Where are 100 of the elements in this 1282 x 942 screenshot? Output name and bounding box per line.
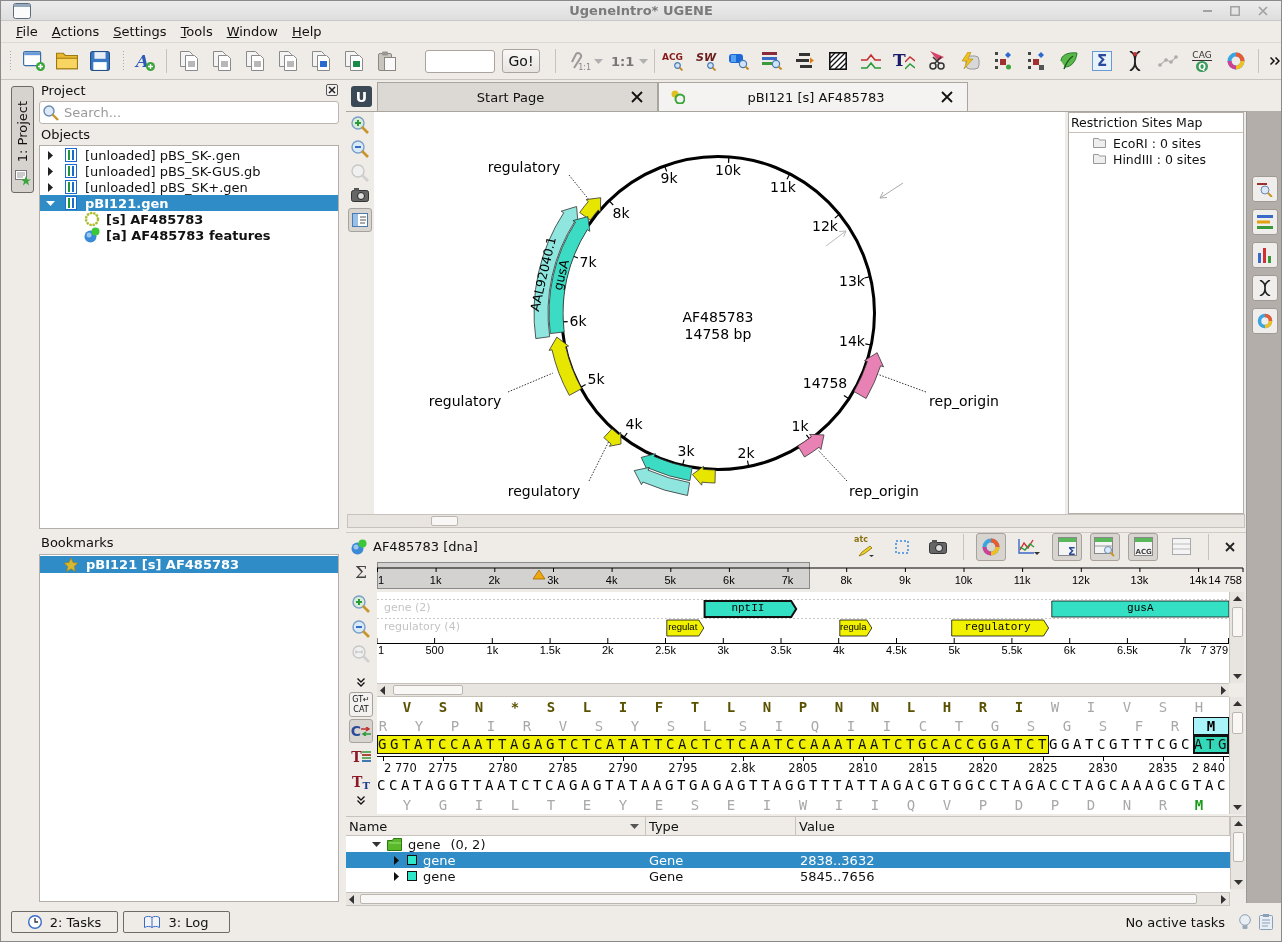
documents-icon[interactable] (277, 51, 300, 71)
logo-button[interactable]: U (351, 86, 372, 107)
tree-item[interactable]: [unloaded] pBS_SK-.gen (40, 147, 338, 163)
feature-arrow[interactable] (797, 434, 825, 458)
complement-button[interactable]: C (349, 719, 373, 743)
close-icon[interactable] (631, 91, 643, 103)
menu-item[interactable]: Settings (106, 24, 174, 39)
grid-icon[interactable] (992, 52, 1014, 70)
tree-item[interactable]: pBI121.gen (40, 195, 338, 211)
down-arrow-icon[interactable] (1233, 880, 1243, 885)
save-icon[interactable] (89, 51, 111, 71)
edit-button[interactable]: atc (854, 535, 878, 558)
tree-item[interactable]: [unloaded] pBS_SK-GUS.gb (40, 163, 338, 179)
close-icon[interactable] (1225, 541, 1235, 552)
tree-item[interactable]: [a] AF485783 features (40, 227, 338, 243)
tree-item[interactable]: [s] AF485783 (40, 211, 338, 227)
scrollbar-thumb[interactable] (431, 516, 458, 526)
editor-tab[interactable]: pBI121 [s] AF485783 (658, 82, 968, 111)
sw-search-button[interactable]: SW (695, 50, 717, 72)
feature-arrow[interactable] (853, 352, 884, 399)
scrollbar-thumb[interactable] (1231, 607, 1243, 637)
tree-item[interactable]: EcoRI : 0 sites (1069, 135, 1243, 151)
circular-view-button[interactable] (976, 532, 1006, 561)
scrollbar[interactable] (347, 514, 1245, 528)
go-button[interactable]: Go! (502, 49, 540, 73)
leaf-icon[interactable] (1058, 52, 1080, 70)
up-arrow-icon[interactable] (1232, 701, 1242, 706)
column-header[interactable]: Name (346, 817, 646, 835)
tree-item[interactable]: HindIII : 0 sites (1069, 151, 1243, 167)
scrollbar[interactable] (377, 683, 1229, 697)
position-marker-icon[interactable] (532, 569, 546, 580)
grid-icon[interactable] (1025, 52, 1047, 70)
sum-button[interactable]: Σ (1091, 50, 1113, 72)
menu-item[interactable]: Window (219, 24, 285, 39)
align-icon[interactable] (794, 53, 816, 69)
scrollbar-thumb[interactable] (1231, 712, 1243, 734)
right-arrow-icon[interactable] (1221, 685, 1226, 695)
table-row[interactable]: gene Gene 2838..3632 (346, 852, 1230, 868)
wrap-button[interactable]: GT↵ CAT (349, 692, 373, 717)
scrollbar-thumb[interactable] (393, 685, 463, 695)
scrollbar[interactable] (1230, 817, 1245, 889)
scrollbar[interactable] (1229, 697, 1244, 814)
menu-item[interactable]: File (9, 24, 45, 39)
feature-arrow[interactable] (548, 336, 582, 396)
sum-button[interactable]: Σ (355, 562, 367, 582)
feature-arrow[interactable] (692, 465, 716, 486)
bookmark-item[interactable]: pBI121 [s] AF485783 (40, 556, 338, 573)
branches-icon[interactable] (860, 53, 882, 69)
feature-arrow[interactable] (603, 428, 622, 447)
search-panel-button[interactable] (1090, 532, 1120, 561)
expand-arrow-icon[interactable] (46, 166, 55, 176)
pattern-search-button[interactable]: ACG (662, 50, 684, 72)
status-button[interactable]: 3: Log (123, 911, 230, 933)
new-window-icon[interactable] (23, 51, 45, 71)
up-arrow-icon[interactable] (1233, 821, 1243, 826)
menu-item[interactable]: Help (284, 24, 329, 39)
up-arrow-icon[interactable] (1232, 596, 1242, 601)
clipboard-icon[interactable] (376, 51, 399, 71)
dock-button[interactable] (1252, 275, 1278, 301)
clipboard-icon[interactable] (1259, 914, 1273, 930)
documents-icon[interactable] (211, 51, 234, 71)
scissors-icon[interactable] (926, 51, 948, 71)
expand-arrow-icon[interactable] (392, 871, 401, 881)
text-size-button[interactable]: TT (352, 771, 370, 793)
zoom-in-icon[interactable] (351, 116, 369, 134)
visible-range[interactable] (377, 562, 810, 589)
expand-arrow-icon[interactable] (46, 182, 55, 192)
dock-button[interactable] (1252, 176, 1278, 202)
documents-icon[interactable] (178, 51, 201, 71)
menu-item[interactable]: Actions (44, 24, 107, 39)
cylinder-search-icon[interactable] (728, 52, 750, 70)
feature-arrow[interactable] (666, 619, 705, 637)
panel-toggle-button[interactable] (348, 208, 372, 232)
camera-icon[interactable] (929, 539, 947, 554)
zoom-in-icon[interactable] (352, 595, 370, 613)
side-tab[interactable]: 1: Project (11, 86, 34, 193)
expand-arrow-icon[interactable] (372, 839, 381, 849)
ring-icon[interactable] (1225, 52, 1247, 70)
close-icon[interactable] (941, 91, 953, 103)
column-header[interactable]: Type (646, 817, 796, 835)
close-icon[interactable] (326, 84, 338, 96)
tree-item[interactable]: gene (0, 2) (346, 836, 1230, 852)
scrollbar-thumb[interactable] (1232, 832, 1244, 862)
scrollbar[interactable] (1229, 592, 1244, 683)
chevron-icon[interactable] (357, 678, 365, 687)
zoom-out-icon[interactable] (352, 620, 370, 638)
list-search-icon[interactable] (761, 52, 783, 70)
scrollbar[interactable] (346, 892, 1230, 906)
documents-icon[interactable] (343, 51, 366, 71)
expand-arrow-icon[interactable] (46, 150, 55, 160)
text-edit-button[interactable]: T (893, 50, 915, 72)
chevron-icon[interactable] (1270, 57, 1280, 65)
tree-item[interactable]: [unloaded] pBS_SK+.gen (40, 179, 338, 195)
left-arrow-icon[interactable] (349, 894, 354, 904)
down-arrow-icon[interactable] (1232, 805, 1242, 810)
feature-arrow[interactable] (839, 619, 873, 637)
add-object-button[interactable]: A (136, 51, 156, 71)
editor-tab[interactable]: Start Page (377, 82, 658, 111)
down-arrow-icon[interactable] (1232, 674, 1242, 679)
zoom-dropdown[interactable]: 1:1 (611, 53, 649, 69)
